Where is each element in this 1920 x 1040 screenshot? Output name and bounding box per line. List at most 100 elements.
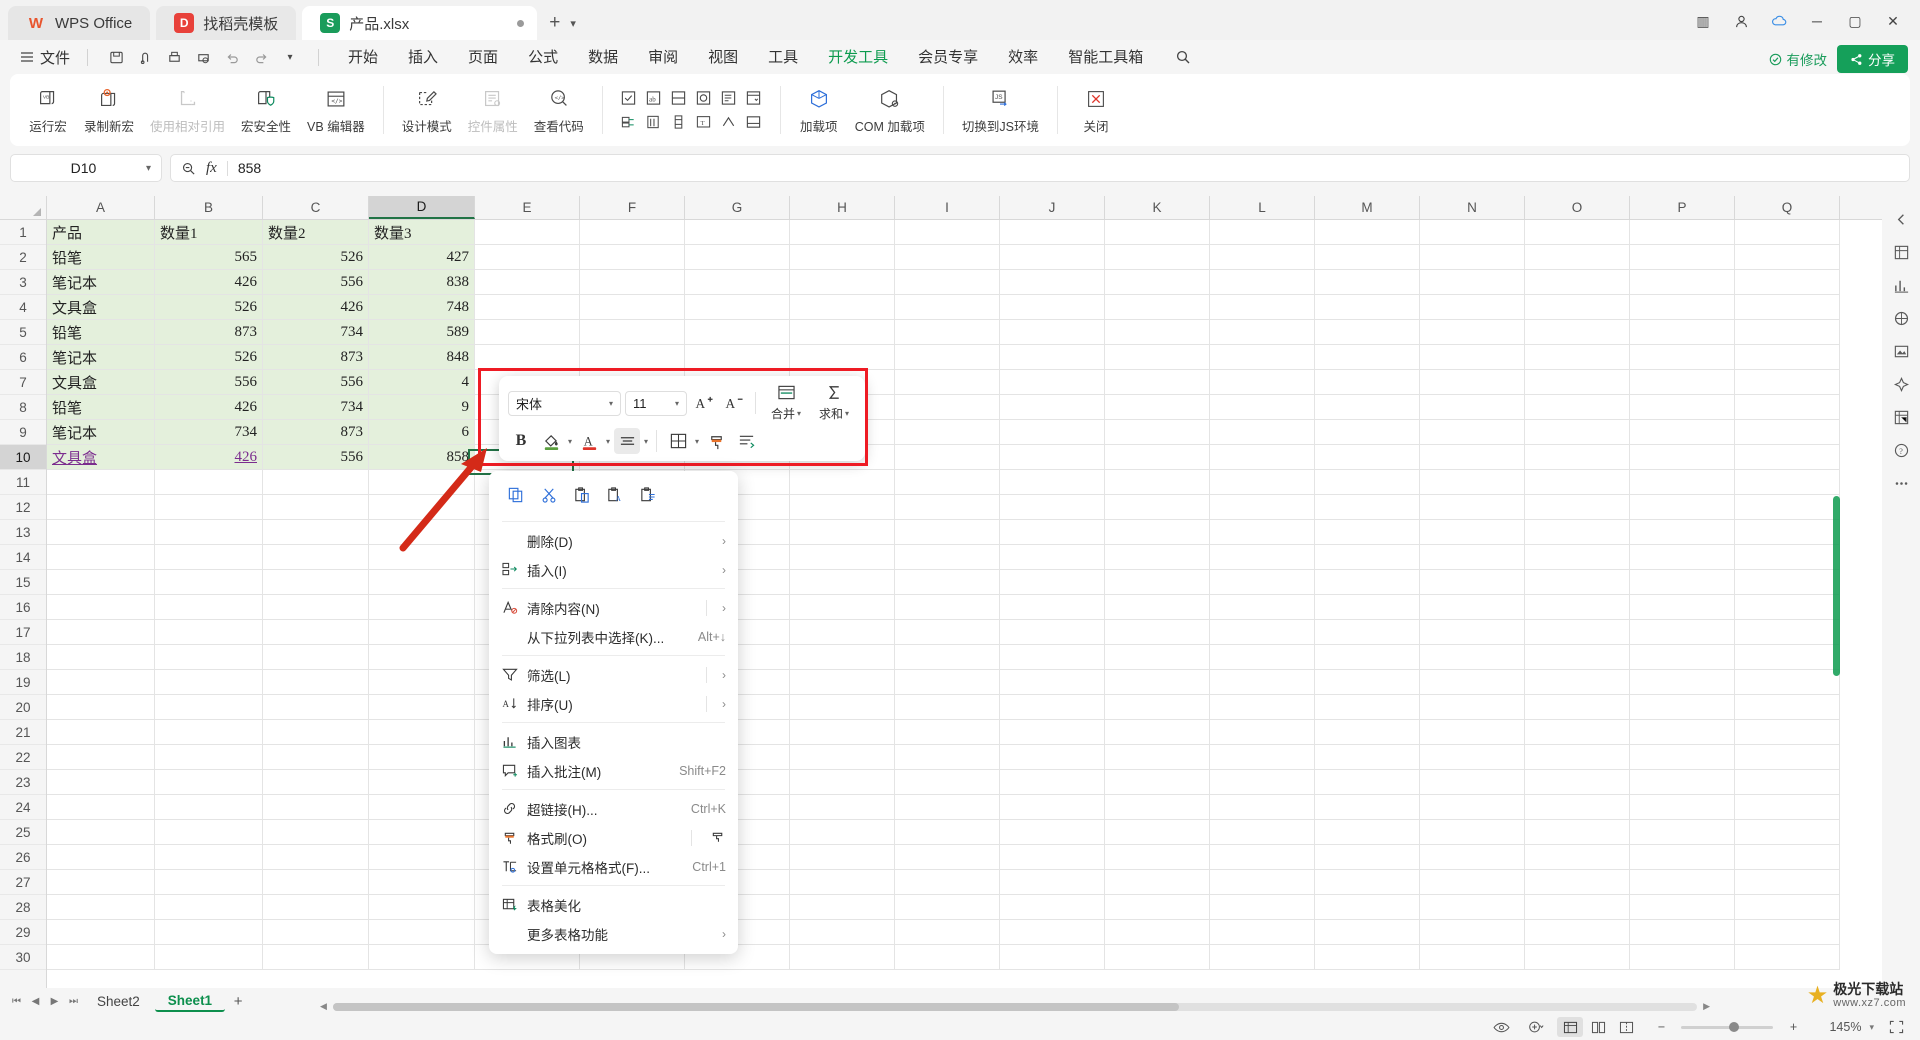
cell-P3[interactable]	[1630, 270, 1735, 295]
cell-C14[interactable]	[263, 545, 369, 570]
cell-C12[interactable]	[263, 495, 369, 520]
cell-E4[interactable]	[475, 295, 580, 320]
cell-C30[interactable]	[263, 945, 369, 970]
ribbon-tab-formula[interactable]: 公式	[514, 42, 572, 72]
cell-N9[interactable]	[1420, 420, 1525, 445]
cell-I12[interactable]	[895, 495, 1000, 520]
cell-A10[interactable]: 文具盒	[47, 445, 155, 470]
cell-I10[interactable]	[895, 445, 1000, 470]
cell-K10[interactable]	[1105, 445, 1210, 470]
context-item-insert[interactable]: 插入(I) ›	[489, 555, 738, 584]
column-header-A[interactable]: A	[47, 196, 155, 219]
column-header-B[interactable]: B	[155, 196, 263, 219]
cell-K2[interactable]	[1105, 245, 1210, 270]
cell-M25[interactable]	[1315, 820, 1420, 845]
cell-N29[interactable]	[1420, 920, 1525, 945]
cell-B9[interactable]: 734	[155, 420, 263, 445]
cell-J7[interactable]	[1000, 370, 1105, 395]
ribbon-tab-member[interactable]: 会员专享	[904, 42, 992, 72]
cell-L18[interactable]	[1210, 645, 1315, 670]
cell-P11[interactable]	[1630, 470, 1735, 495]
cell-I27[interactable]	[895, 870, 1000, 895]
formula-input-wrap[interactable]: fx 858	[170, 154, 1910, 182]
cell-B7[interactable]: 556	[155, 370, 263, 395]
more-panel-icon[interactable]	[1886, 468, 1916, 498]
cell-M20[interactable]	[1315, 695, 1420, 720]
cell-D9[interactable]: 6	[369, 420, 475, 445]
cell-F5[interactable]	[580, 320, 685, 345]
cell-Q6[interactable]	[1735, 345, 1840, 370]
cell-B20[interactable]	[155, 695, 263, 720]
cell-Q11[interactable]	[1735, 470, 1840, 495]
cell-L21[interactable]	[1210, 720, 1315, 745]
cell-P26[interactable]	[1630, 845, 1735, 870]
cell-C2[interactable]: 526	[263, 245, 369, 270]
cell-I25[interactable]	[895, 820, 1000, 845]
cell-B17[interactable]	[155, 620, 263, 645]
cell-L29[interactable]	[1210, 920, 1315, 945]
cell-L12[interactable]	[1210, 495, 1315, 520]
cell-O15[interactable]	[1525, 570, 1630, 595]
cell-P17[interactable]	[1630, 620, 1735, 645]
print-icon[interactable]	[161, 45, 187, 69]
cell-Q24[interactable]	[1735, 795, 1840, 820]
cell-D14[interactable]	[369, 545, 475, 570]
context-item-insert-chart[interactable]: 插入图表	[489, 727, 738, 756]
row-header-5[interactable]: 5	[0, 320, 46, 345]
context-item-sort[interactable]: A 排序(U) ›	[489, 689, 738, 718]
cell-M15[interactable]	[1315, 570, 1420, 595]
cell-C29[interactable]	[263, 920, 369, 945]
cell-L6[interactable]	[1210, 345, 1315, 370]
cell-L13[interactable]	[1210, 520, 1315, 545]
cell-N22[interactable]	[1420, 745, 1525, 770]
cell-O11[interactable]	[1525, 470, 1630, 495]
cell-A3[interactable]: 笔记本	[47, 270, 155, 295]
cell-O16[interactable]	[1525, 595, 1630, 620]
cell-O2[interactable]	[1525, 245, 1630, 270]
row-header-8[interactable]: 8	[0, 395, 46, 420]
cell-N7[interactable]	[1420, 370, 1525, 395]
cell-C27[interactable]	[263, 870, 369, 895]
cell-I9[interactable]	[895, 420, 1000, 445]
next-sheet-button[interactable]: ▶	[46, 991, 63, 1011]
cell-K24[interactable]	[1105, 795, 1210, 820]
cell-B6[interactable]: 526	[155, 345, 263, 370]
cell-K12[interactable]	[1105, 495, 1210, 520]
cell-I29[interactable]	[895, 920, 1000, 945]
cell-M8[interactable]	[1315, 395, 1420, 420]
cell-M26[interactable]	[1315, 845, 1420, 870]
cell-P30[interactable]	[1630, 945, 1735, 970]
cell-H15[interactable]	[790, 570, 895, 595]
close-button[interactable]: ✕	[1876, 8, 1910, 34]
cell-D3[interactable]: 838	[369, 270, 475, 295]
cell-N23[interactable]	[1420, 770, 1525, 795]
normal-view-icon[interactable]	[1557, 1017, 1584, 1037]
cell-N30[interactable]	[1420, 945, 1525, 970]
cell-I15[interactable]	[895, 570, 1000, 595]
cell-H13[interactable]	[790, 520, 895, 545]
cell-L2[interactable]	[1210, 245, 1315, 270]
zoom-slider[interactable]	[1681, 1021, 1774, 1032]
cell-B28[interactable]	[155, 895, 263, 920]
cell-D15[interactable]	[369, 570, 475, 595]
picture-panel-icon[interactable]	[1886, 336, 1916, 366]
cell-K6[interactable]	[1105, 345, 1210, 370]
cell-J19[interactable]	[1000, 670, 1105, 695]
smart-panel-icon[interactable]	[1886, 369, 1916, 399]
autosum-button[interactable]: 求和 ▾	[812, 383, 856, 423]
cell-N10[interactable]	[1420, 445, 1525, 470]
horizontal-scrollbar[interactable]: ◀ ▶	[320, 1001, 1710, 1011]
cell-J9[interactable]	[1000, 420, 1105, 445]
cell-J5[interactable]	[1000, 320, 1105, 345]
cell-I26[interactable]	[895, 845, 1000, 870]
cell-Q3[interactable]	[1735, 270, 1840, 295]
cell-M1[interactable]	[1315, 220, 1420, 245]
cell-O25[interactable]	[1525, 820, 1630, 845]
cell-I17[interactable]	[895, 620, 1000, 645]
cell-I3[interactable]	[895, 270, 1000, 295]
tab-wps-office[interactable]: W WPS Office	[8, 6, 151, 40]
cell-M12[interactable]	[1315, 495, 1420, 520]
pivot-panel-icon[interactable]	[1886, 402, 1916, 432]
row-header-11[interactable]: 11	[0, 470, 46, 495]
cell-K22[interactable]	[1105, 745, 1210, 770]
